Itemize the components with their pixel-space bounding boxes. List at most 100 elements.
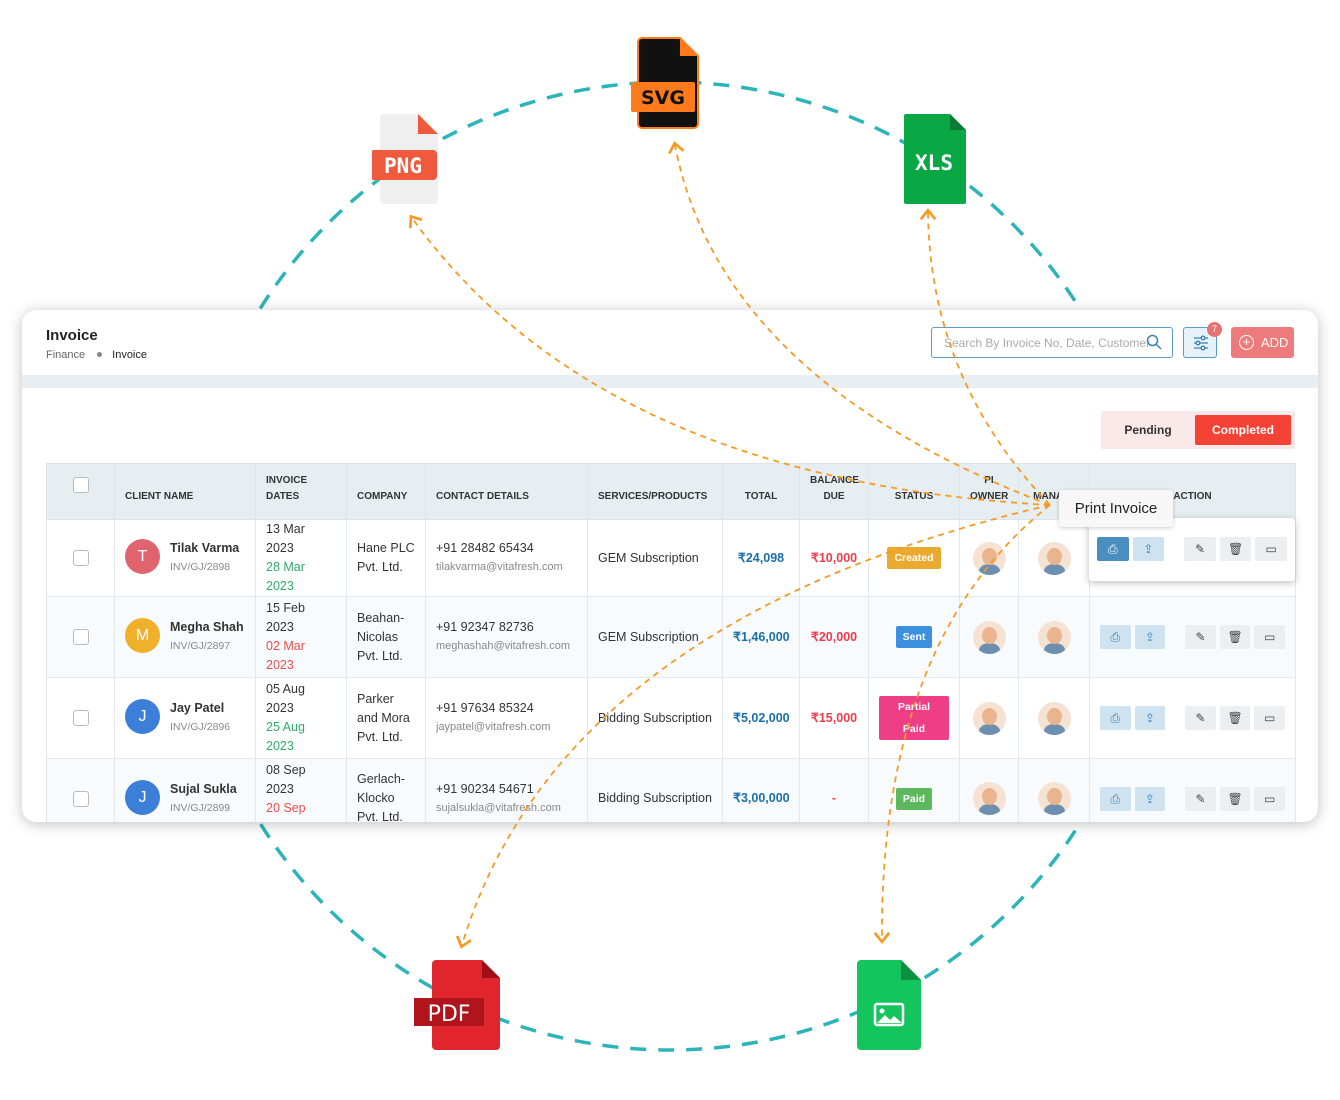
email[interactable]: meghashah@vitafresh.com — [436, 637, 577, 656]
col-balance[interactable]: BALANCE DUE — [799, 463, 869, 520]
pdf-file-icon[interactable]: PDF — [412, 958, 504, 1052]
pi-owner-avatar — [972, 620, 1006, 654]
client-avatar: M — [125, 618, 160, 653]
company-line: Pvt. Ltd. — [357, 560, 403, 574]
col-client[interactable]: CLIENT NAME — [114, 463, 256, 520]
delete-button[interactable]: 🗑 — [1219, 537, 1252, 561]
col-pi-owner[interactable]: PI OWNER — [959, 463, 1019, 520]
pi-owner-avatar — [972, 701, 1006, 735]
xls-file-icon[interactable]: XLS — [900, 112, 970, 206]
share-button[interactable]: ⇪ — [1134, 706, 1166, 730]
email[interactable]: tilakvarma@vitafresh.com — [436, 558, 577, 577]
company-line: Gerlach- — [357, 772, 405, 786]
breadcrumb-invoice: Invoice — [112, 349, 147, 361]
share-button[interactable]: ⇪ — [1132, 537, 1165, 561]
total: ₹1,46,000 — [722, 596, 800, 678]
total: ₹3,00,000 — [722, 758, 800, 822]
share-button[interactable]: ⇪ — [1134, 625, 1166, 649]
row-checkbox[interactable] — [72, 629, 89, 645]
due-date: 02 Mar 2023 — [266, 639, 305, 672]
col-total[interactable]: TOTAL — [722, 463, 800, 520]
manager-avatar — [1037, 782, 1071, 815]
search-placeholder: Search By Invoice No, Date, Customer — [944, 336, 1151, 350]
delete-button[interactable]: 🗑 — [1219, 706, 1251, 730]
invoice-date: 13 Mar 2023 — [266, 522, 305, 555]
phone: +91 28482 65434 — [436, 541, 534, 555]
comment-button[interactable]: ▭ — [1254, 706, 1285, 730]
comment-button[interactable]: ▭ — [1254, 625, 1285, 649]
search-icon[interactable] — [1146, 334, 1162, 350]
tab-completed[interactable]: Completed — [1195, 415, 1291, 445]
invoice-date: 15 Feb 2023 — [266, 601, 305, 634]
print-button[interactable]: ⎙ — [1097, 537, 1129, 561]
status-toggle: Pending Completed — [1101, 411, 1295, 449]
company-line: Hane PLC — [357, 541, 415, 555]
invoice-date: 08 Sep 2023 — [266, 762, 306, 796]
col-services[interactable]: SERVICES/PRODUCTS — [587, 463, 723, 520]
row-checkbox[interactable] — [72, 550, 89, 566]
service: GEM Subscription — [587, 596, 723, 678]
balance-due: - — [799, 758, 869, 822]
col-dates[interactable]: INVOICE DATES — [255, 463, 347, 520]
email[interactable]: jaypatel@vitafresh.com — [436, 718, 577, 737]
png-file-icon[interactable]: PNG — [372, 112, 448, 206]
due-date: 28 Mar 2023 — [266, 560, 305, 593]
service: Bidding Subscription — [587, 758, 723, 822]
select-all-checkbox[interactable] — [72, 476, 89, 493]
status-badge: Created — [887, 547, 941, 569]
comment-button[interactable]: ▭ — [1255, 537, 1287, 561]
tab-pending[interactable]: Pending — [1101, 411, 1195, 449]
service: GEM Subscription — [587, 519, 723, 597]
col-company[interactable]: COMPANY — [346, 463, 426, 520]
company-line: Nicolas — [357, 629, 398, 644]
print-button[interactable]: ⎙ — [1100, 706, 1131, 730]
row-checkbox[interactable] — [72, 790, 89, 807]
comment-button[interactable]: ▭ — [1254, 786, 1285, 811]
table-row[interactable]: J Sujal Sukla INV/GJ/2899 08 Sep 2023 20 Se… — [46, 758, 1296, 823]
pi-owner-avatar — [972, 782, 1006, 815]
table-row[interactable]: M Megha Shah INV/GJ/2897 15 Feb 2023 02 Mar… — [46, 596, 1296, 678]
print-button[interactable]: ⎙ — [1100, 625, 1131, 649]
phone: +91 92347 82736 — [436, 620, 534, 634]
breadcrumb-finance[interactable]: Finance — [46, 349, 85, 361]
svg-text:SVG: SVG — [641, 87, 685, 109]
pi-owner-avatar — [972, 541, 1006, 575]
page-title: Invoice — [46, 327, 98, 344]
print-button[interactable]: ⎙ — [1100, 786, 1131, 811]
add-button[interactable]: + ADD — [1231, 327, 1294, 358]
add-label: ADD — [1261, 335, 1289, 350]
company-line: Pvt. Ltd. — [357, 648, 403, 663]
share-button[interactable]: ⇪ — [1134, 786, 1166, 811]
search-input[interactable]: Search By Invoice No, Date, Customer — [931, 327, 1173, 358]
image-file-icon[interactable] — [853, 958, 925, 1052]
balance-due: ₹15,000 — [799, 677, 869, 759]
col-status[interactable]: STATUS — [868, 463, 960, 520]
balance-due: ₹10,000 — [799, 519, 869, 597]
col-contact[interactable]: CONTACT DETAILS — [425, 463, 588, 520]
invoice-date: 05 Aug 2023 — [266, 682, 305, 715]
invoice-panel: Invoice Finance Invoice Search By Invoice… — [22, 310, 1318, 822]
edit-button[interactable]: ✎ — [1185, 625, 1216, 649]
row-action-popup: ⎙ ⇪ ✎ 🗑 ▭ — [1089, 518, 1295, 581]
company-line: Pvt. Ltd. — [357, 729, 403, 744]
edit-button[interactable]: ✎ — [1184, 537, 1216, 561]
svg-file-icon[interactable]: SVG — [628, 36, 714, 130]
delete-button[interactable]: 🗑 — [1219, 786, 1251, 811]
decorative-strip — [22, 375, 1318, 388]
total: ₹24,098 — [722, 519, 800, 597]
row-checkbox[interactable] — [72, 710, 89, 726]
edit-button[interactable]: ✎ — [1185, 706, 1216, 730]
delete-button[interactable]: 🗑 — [1219, 625, 1251, 649]
balance-due: ₹20,000 — [799, 596, 869, 678]
phone: +91 97634 85324 — [436, 701, 534, 715]
company-line: Klocko — [357, 791, 395, 805]
email[interactable]: sujalsukla@vitafresh.com — [436, 799, 577, 818]
due-date: 20 Sep 2023 — [266, 800, 306, 823]
service: Bidding Subscription — [587, 677, 723, 759]
client-avatar: J — [125, 779, 160, 815]
page-header: Invoice Finance Invoice Search By Invoice… — [22, 310, 1318, 375]
total: ₹5,02,000 — [722, 677, 800, 759]
print-invoice-tooltip: Print Invoice — [1059, 490, 1173, 527]
edit-button[interactable]: ✎ — [1185, 786, 1216, 811]
table-row[interactable]: J Jay Patel INV/GJ/2896 05 Aug 2023 25 Aug … — [46, 677, 1296, 759]
